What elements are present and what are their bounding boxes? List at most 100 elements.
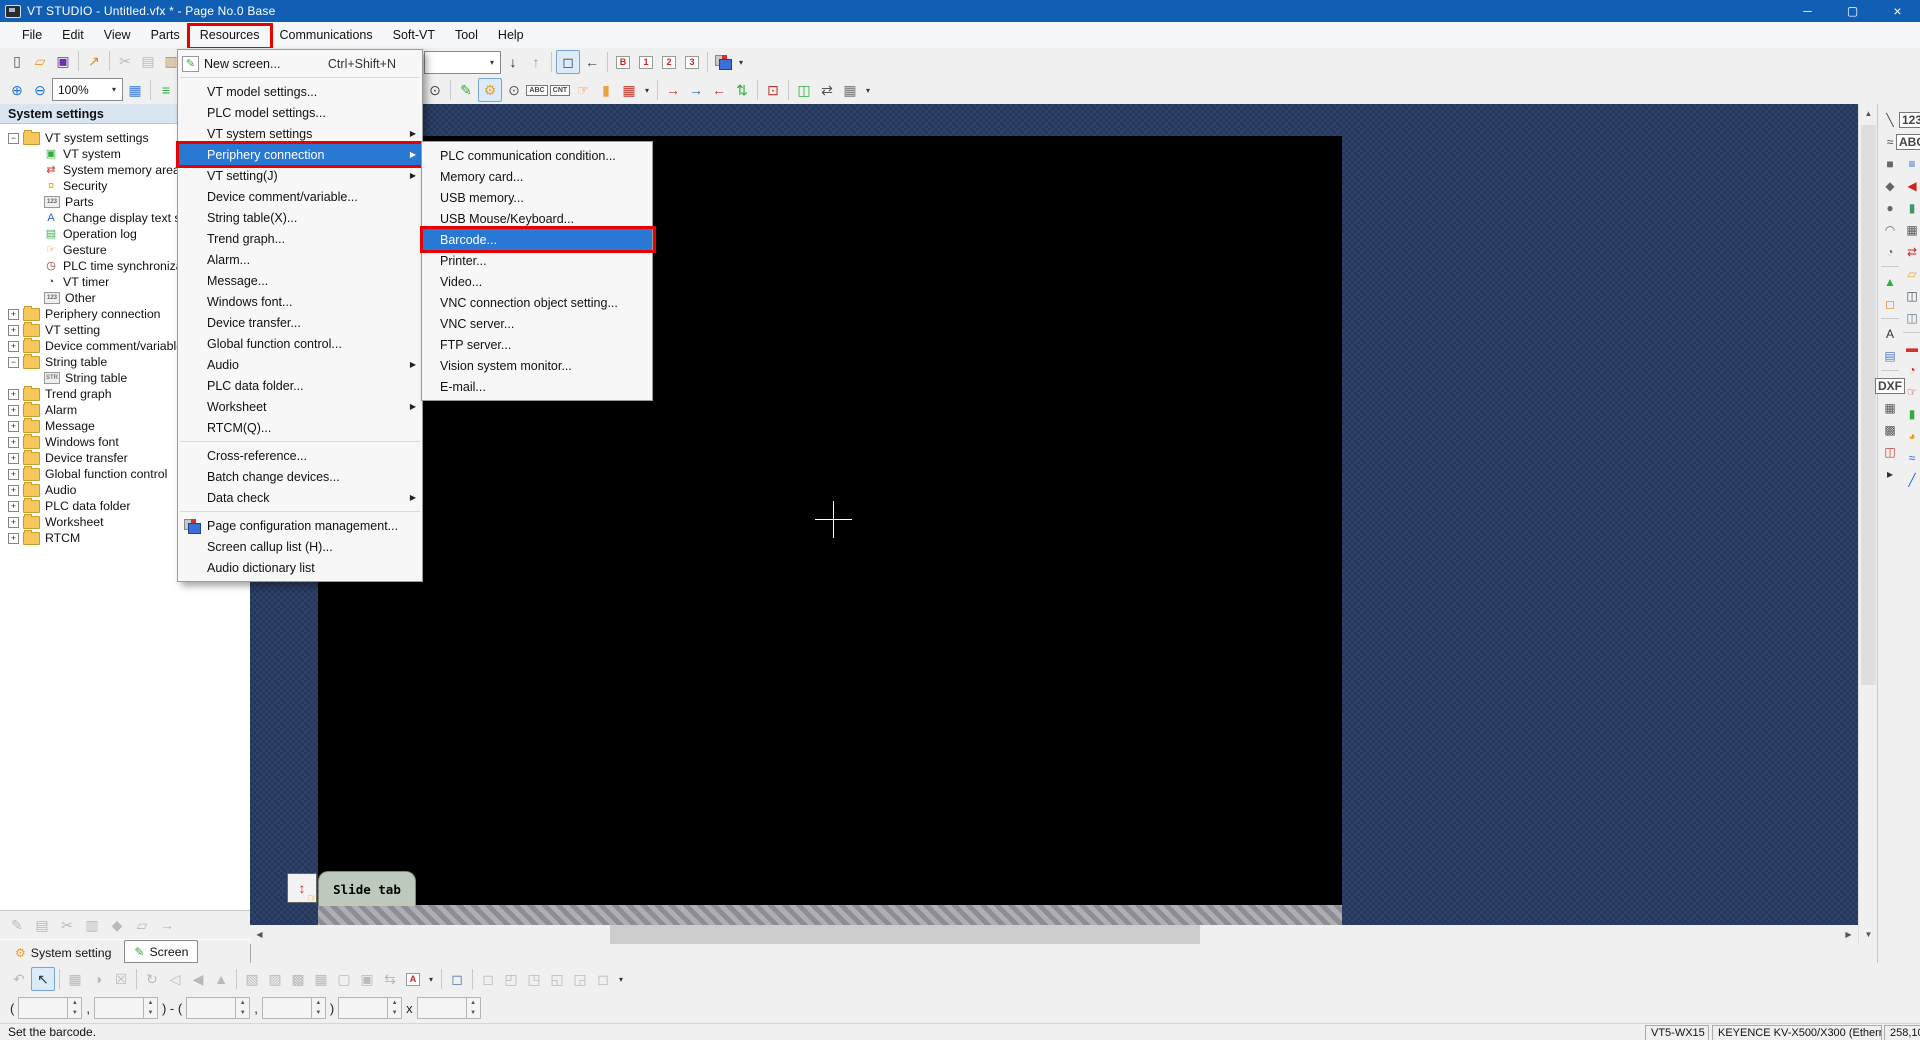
spinner-down-icon[interactable]: ▼ [312, 1008, 325, 1018]
open-file-button[interactable]: ▱ [29, 50, 51, 72]
menu-item-printer[interactable]: Printer... [422, 250, 652, 271]
next-screen-button[interactable]: ↓ [502, 51, 524, 73]
level-bar-button[interactable]: ▮ [1902, 404, 1920, 423]
flip-horizontal-button[interactable]: ◁ [164, 968, 186, 990]
parts-grid-button[interactable]: ▦ [618, 79, 640, 101]
spinner-down-icon[interactable]: ▼ [236, 1008, 249, 1018]
spinner-up-icon[interactable]: ▲ [144, 998, 157, 1008]
parts-number-button[interactable]: ▦ [64, 968, 86, 990]
vertical-scrollbar[interactable]: ▲ ▼ [1858, 104, 1878, 944]
spinner-down-icon[interactable]: ▼ [388, 1008, 401, 1018]
text-parts-button[interactable]: A [1880, 324, 1900, 343]
screen-select-combobox[interactable]: ▾ [424, 51, 501, 74]
vertical-scroll-thumb[interactable] [1861, 125, 1876, 685]
network-connection-button[interactable]: ▦ [839, 79, 861, 101]
transfer-monitor-button[interactable]: → [685, 79, 707, 101]
text-display-button[interactable]: ABC [1902, 132, 1920, 151]
lamp-parts-button[interactable]: ▮ [1902, 198, 1920, 217]
recolor-button[interactable]: ◑ [87, 968, 109, 990]
copy-item-button[interactable]: ▤ [31, 914, 53, 936]
pointer-button[interactable]: ↖ [31, 967, 55, 991]
usb-connection-button[interactable]: ⇄ [816, 79, 838, 101]
image-parts-button[interactable]: ▲ [1880, 272, 1900, 291]
align-button[interactable]: ▲ [210, 968, 232, 990]
grid-toggle-button[interactable]: ▦ [124, 79, 146, 101]
vt-communication-button[interactable]: ◫ [793, 79, 815, 101]
draw-arc-button[interactable]: ◠ [1880, 220, 1900, 239]
transfer-to-vt-button[interactable]: → [662, 79, 684, 101]
menu-item-page-configuration-management[interactable]: Page configuration management... [178, 515, 422, 536]
menu-item-global-function-control[interactable]: Global function control... [178, 333, 422, 354]
zoom-out-button[interactable]: ⊖ [29, 79, 51, 101]
line-graph-button[interactable]: ≈ [1902, 448, 1920, 467]
coordinate-field-4[interactable]: ▲▼ [262, 997, 326, 1019]
spinner-buttons[interactable]: ▲▼ [311, 998, 325, 1018]
ungroup-button[interactable]: ▣ [356, 968, 378, 990]
menubar-item-file[interactable]: File [12, 22, 52, 48]
delete-item-button[interactable]: ◆ [106, 914, 128, 936]
menu-item-vision-system-monitor[interactable]: Vision system monitor... [422, 355, 652, 376]
scroll-left-arrow[interactable]: ◀ [250, 925, 269, 944]
menu-item-vt-model-settings[interactable]: VT model settings... [178, 81, 422, 102]
page-configuration-button[interactable] [712, 51, 734, 73]
spinner-down-icon[interactable]: ▼ [467, 1008, 480, 1018]
menu-item-usb-mouse-keyboard[interactable]: USB Mouse/Keyboard... [422, 208, 652, 229]
send-backward-button[interactable]: ▦ [310, 968, 332, 990]
edit-item-button[interactable]: ✎ [6, 914, 28, 936]
scroll-right-arrow[interactable]: ▶ [1839, 925, 1858, 944]
draw-rectangle-button[interactable]: ■ [1880, 154, 1900, 173]
transfer-parts-button[interactable]: ⇄ [1902, 242, 1920, 261]
touch-parts-button[interactable]: ☞ [1902, 382, 1920, 401]
transfer-from-vt-button[interactable]: ← [708, 79, 730, 101]
expand-icon[interactable]: + [8, 517, 19, 528]
cut-button[interactable]: ✂ [114, 50, 136, 72]
menu-item-cross-reference[interactable]: Cross-reference... [178, 445, 422, 466]
spinner-down-icon[interactable]: ▼ [144, 1008, 157, 1018]
spinner-buttons[interactable]: ▲▼ [235, 998, 249, 1018]
back-button[interactable]: ← [581, 51, 603, 73]
touch-switch-button[interactable]: ☞ [572, 79, 594, 101]
spinner-up-icon[interactable]: ▲ [312, 998, 325, 1008]
menu-item-vt-system-settings[interactable]: VT system settings▶ [178, 123, 422, 144]
draw-line-button[interactable]: ╲ [1880, 110, 1900, 129]
spinner-up-icon[interactable]: ▲ [236, 998, 249, 1008]
select-mode2-button[interactable]: ◰ [500, 968, 522, 990]
screen-edit-button[interactable]: ✎ [455, 79, 477, 101]
device-settings-button[interactable]: ≡ [155, 79, 177, 101]
select-mode3-button[interactable]: ◳ [523, 968, 545, 990]
menu-item-usb-memory[interactable]: USB memory... [422, 187, 652, 208]
save-button[interactable]: ▣ [52, 50, 74, 72]
rotate-button[interactable]: ↻ [141, 968, 163, 990]
menu-item-memory-card[interactable]: Memory card... [422, 166, 652, 187]
menubar-item-tool[interactable]: Tool [445, 22, 488, 48]
tab-system-setting[interactable]: ⚙System setting [6, 942, 120, 963]
select-mode5-button[interactable]: ◲ [569, 968, 591, 990]
menu-item-string-table-x[interactable]: String table(X)... [178, 207, 422, 228]
overlap-window2-button[interactable]: 2 [658, 51, 680, 73]
coordinate-field-1[interactable]: ▲▼ [18, 997, 82, 1019]
ruler-parts-button[interactable]: ▬ [1902, 338, 1920, 357]
spinner-buttons[interactable]: ▲▼ [143, 998, 157, 1018]
menu-item-vt-setting-j[interactable]: VT setting(J)▶ [178, 165, 422, 186]
menubar-item-view[interactable]: View [94, 22, 141, 48]
expand-icon[interactable]: + [8, 309, 19, 320]
scroll-down-arrow[interactable]: ▼ [1859, 925, 1878, 944]
menu-item-ftp-server[interactable]: FTP server... [422, 334, 652, 355]
parts-grid-dropdown[interactable]: ▾ [641, 79, 653, 101]
import-item-button[interactable]: → [156, 914, 178, 936]
menu-item-screen-callup-list-h[interactable]: Screen callup list (H)... [178, 536, 422, 557]
menu-item-data-check[interactable]: Data check▶ [178, 487, 422, 508]
send-to-back-button[interactable]: ▨ [264, 968, 286, 990]
coordinate-field-5[interactable]: ▲▼ [338, 997, 402, 1019]
menubar-item-communications[interactable]: Communications [270, 22, 383, 48]
menu-item-vnc-server[interactable]: VNC server... [422, 313, 652, 334]
memo-parts-button[interactable]: ▤ [1880, 346, 1900, 365]
menu-item-alarm[interactable]: Alarm... [178, 249, 422, 270]
menu-item-device-transfer[interactable]: Device transfer... [178, 312, 422, 333]
menubar-item-edit[interactable]: Edit [52, 22, 94, 48]
data-folder-button[interactable]: ▱ [1902, 264, 1920, 283]
text-list-button[interactable]: ABC [526, 79, 548, 101]
menubar-item-help[interactable]: Help [488, 22, 534, 48]
previous-screen-button[interactable]: ↑ [525, 51, 547, 73]
library-button[interactable]: ▮ [595, 79, 617, 101]
